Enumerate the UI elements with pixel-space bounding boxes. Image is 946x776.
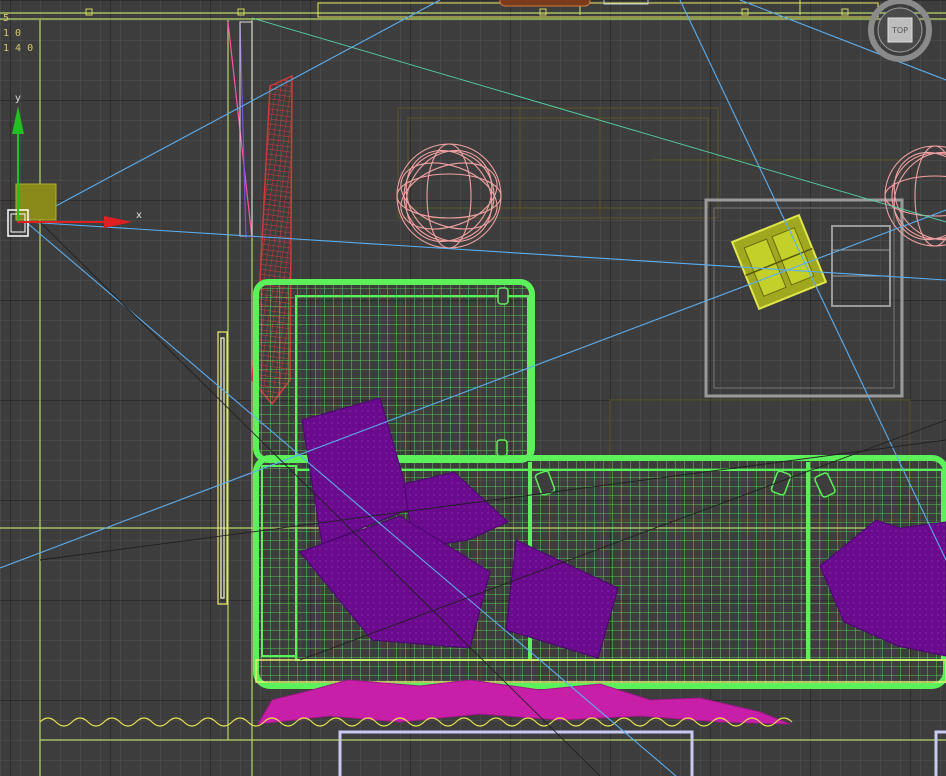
top-viewport[interactable]: y x 5 1 0 1 4 0 TOP [0,0,946,776]
counter-line-1: 5 [3,13,9,24]
axis-x-label: x [136,210,142,221]
counter-line-3: 1 4 0 [3,43,33,54]
axis-y-label: y [15,93,21,104]
viewcube-label: TOP [891,26,908,35]
counter-line-2: 1 0 [3,28,21,39]
viewcube[interactable]: TOP [868,0,932,62]
top-object[interactable] [499,0,591,7]
viewport-scene[interactable]: y x 5 1 0 1 4 0 TOP [0,0,946,776]
